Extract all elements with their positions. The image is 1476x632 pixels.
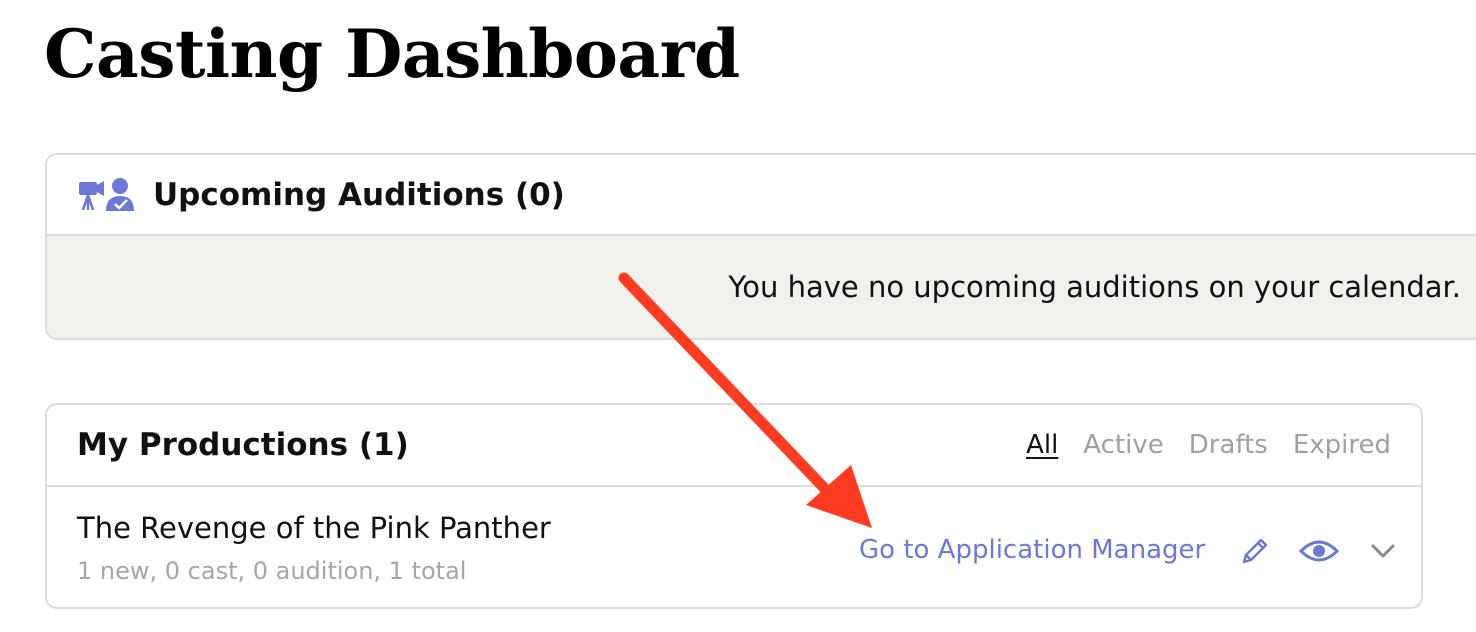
production-row: The Revenge of the Pink Panther 1 new, 0… <box>47 487 1421 607</box>
go-to-application-manager-link[interactable]: Go to Application Manager <box>859 535 1205 565</box>
page-title: Casting Dashboard <box>44 15 740 93</box>
production-title[interactable]: The Revenge of the Pink Panther <box>77 511 551 545</box>
my-productions-card: My Productions (1) All Active Drafts Exp… <box>45 403 1423 609</box>
my-productions-header: My Productions (1) All Active Drafts Exp… <box>47 405 1421 487</box>
eye-icon[interactable] <box>1299 531 1339 571</box>
camera-person-check-icon <box>77 177 137 213</box>
production-stats: 1 new, 0 cast, 0 audition, 1 total <box>77 557 467 585</box>
upcoming-auditions-body: You have no upcoming auditions on your c… <box>47 236 1476 338</box>
upcoming-auditions-title: Upcoming Auditions (0) <box>153 176 565 213</box>
pencil-icon[interactable] <box>1235 531 1275 571</box>
filter-expired[interactable]: Expired <box>1293 430 1391 460</box>
chevron-down-icon[interactable] <box>1363 531 1403 571</box>
upcoming-auditions-header: Upcoming Auditions (0) <box>47 155 1476 236</box>
empty-state-message: You have no upcoming auditions on your c… <box>728 270 1461 304</box>
my-productions-title: My Productions (1) <box>77 427 409 463</box>
filter-all[interactable]: All <box>1026 430 1058 460</box>
filter-drafts[interactable]: Drafts <box>1189 430 1268 460</box>
upcoming-auditions-card: Upcoming Auditions (0) You have no upcom… <box>45 153 1476 340</box>
filter-active[interactable]: Active <box>1083 430 1163 460</box>
production-filters: All Active Drafts Expired <box>1026 430 1391 460</box>
